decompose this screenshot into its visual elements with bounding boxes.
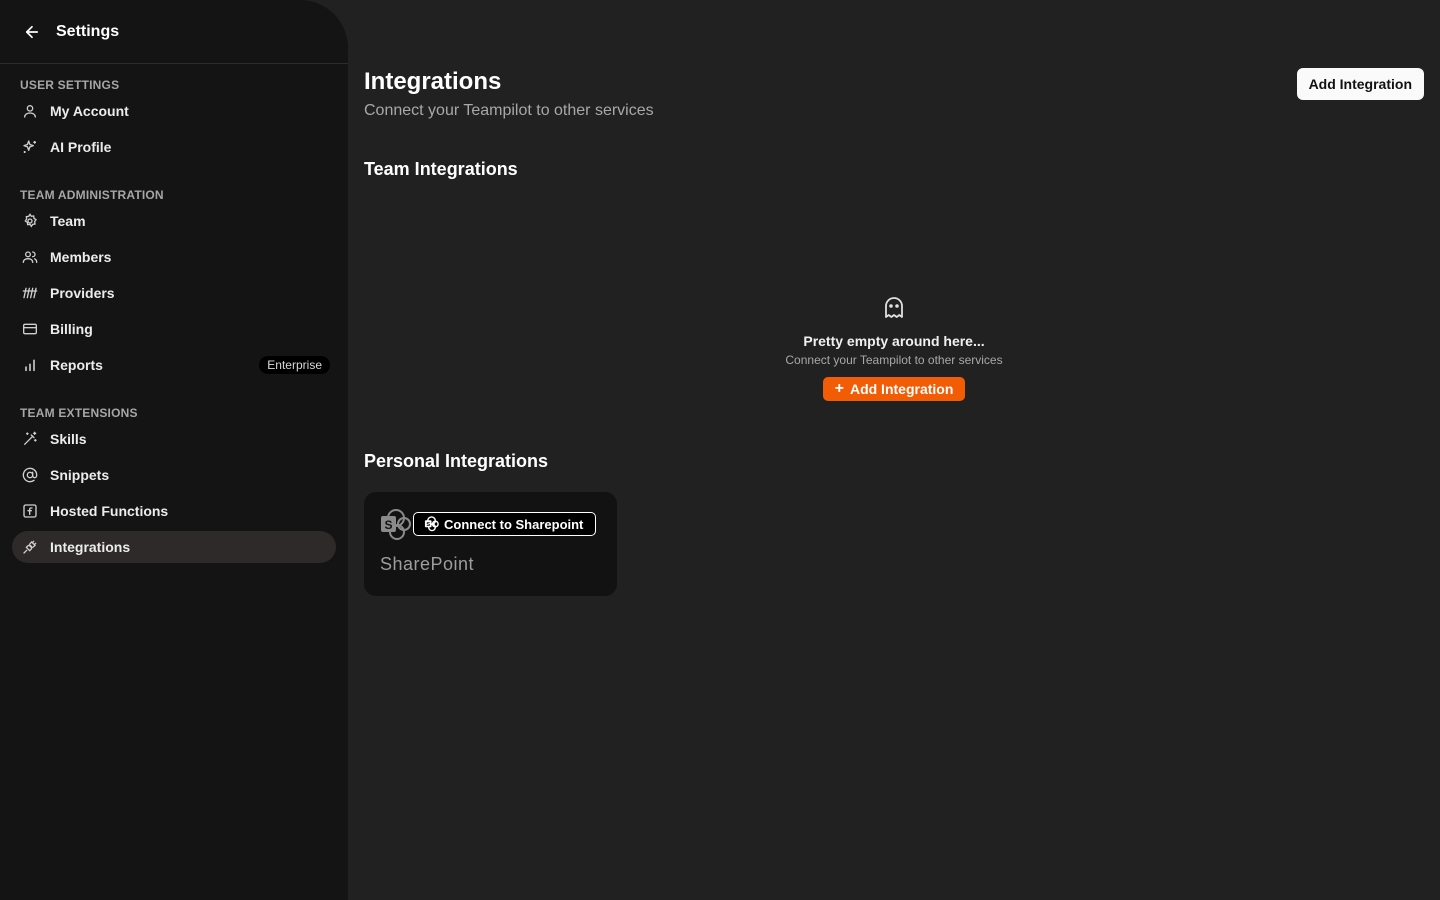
personal-integrations-heading: Personal Integrations xyxy=(364,451,549,471)
users-icon xyxy=(20,247,40,267)
sidebar-item-label: Skills xyxy=(50,431,87,447)
function-icon xyxy=(20,501,40,521)
section-label: Team Extensions xyxy=(20,406,138,420)
page-subtitle: Connect your Teampilot to other services xyxy=(364,102,654,119)
sidebar-item-label: AI Profile xyxy=(50,139,112,155)
empty-title: Pretty empty around here... xyxy=(803,333,985,349)
providers-icon xyxy=(20,283,40,303)
sidebar-item-providers[interactable]: Providers xyxy=(12,277,336,309)
sidebar-item-label: Team xyxy=(50,213,86,229)
sharepoint-integration-card: S S Connect to Sharepoint SharePoint xyxy=(364,492,617,596)
magic-wand-icon xyxy=(20,429,40,449)
sharepoint-icon: S xyxy=(424,516,440,532)
section-label: User Settings xyxy=(20,78,120,92)
credit-card-icon xyxy=(20,319,40,339)
sidebar-item-billing[interactable]: Billing xyxy=(12,313,336,345)
sidebar-item-team[interactable]: Team xyxy=(12,205,336,237)
sidebar-item-label: Providers xyxy=(50,285,115,301)
main-content: Integrations Connect your Teampilot to o… xyxy=(364,0,1440,900)
team-integrations-heading: Team Integrations xyxy=(364,159,518,179)
sidebar-item-label: My Account xyxy=(50,103,129,119)
empty-subtitle: Connect your Teampilot to other services xyxy=(785,353,1003,367)
gear-icon xyxy=(20,211,40,231)
sidebar-item-reports[interactable]: Reports Enterprise xyxy=(12,349,336,381)
plus-icon: + xyxy=(834,380,844,397)
enterprise-badge: Enterprise xyxy=(259,356,330,374)
sidebar-item-label: Members xyxy=(50,249,112,265)
button-label: Connect to Sharepoint xyxy=(444,516,584,532)
integration-name: SharePoint xyxy=(380,554,475,574)
empty-add-integration-button[interactable]: + Add Integration xyxy=(822,377,966,401)
page-title: Integrations xyxy=(364,68,502,95)
sidebar-item-hosted-functions[interactable]: Hosted Functions xyxy=(12,495,336,527)
settings-sidebar: Settings User Settings My Account AI Pro… xyxy=(0,0,348,900)
sidebar-nav: User Settings My Account AI Profile Team… xyxy=(0,64,348,567)
sparkles-icon xyxy=(20,137,40,157)
empty-state: Pretty empty around here... Connect your… xyxy=(364,296,1424,401)
at-sign-icon xyxy=(20,465,40,485)
sidebar-item-skills[interactable]: Skills xyxy=(12,423,336,455)
sidebar-item-ai-profile[interactable]: AI Profile xyxy=(12,131,336,163)
sidebar-header: Settings xyxy=(0,0,348,64)
plug-icon xyxy=(20,537,40,557)
section-label: Team Administration xyxy=(20,188,164,202)
button-label: Add Integration xyxy=(849,381,954,397)
sidebar-item-label: Reports xyxy=(50,357,103,373)
sidebar-item-label: Billing xyxy=(50,321,93,337)
sidebar-item-members[interactable]: Members xyxy=(12,241,336,273)
sidebar-item-my-account[interactable]: My Account xyxy=(12,95,336,127)
sidebar-item-label: Hosted Functions xyxy=(50,503,169,519)
sidebar-item-label: Integrations xyxy=(50,539,131,555)
connect-sharepoint-button[interactable]: S Connect to Sharepoint xyxy=(413,512,597,536)
add-integration-button[interactable]: Add Integration xyxy=(1296,68,1424,100)
back-button[interactable] xyxy=(20,20,44,44)
sharepoint-icon: S xyxy=(380,508,414,542)
ghost-icon xyxy=(882,296,906,325)
nav-group-team-extensions: Team Extensions Skills Snippets Hosted F… xyxy=(0,385,348,563)
sidebar-title: Settings xyxy=(56,22,120,40)
sidebar-item-snippets[interactable]: Snippets xyxy=(12,459,336,491)
svg-text:S: S xyxy=(384,518,392,532)
nav-group-user-settings: User Settings My Account AI Profile xyxy=(0,64,348,163)
sidebar-item-label: Snippets xyxy=(50,467,110,483)
sidebar-item-integrations[interactable]: Integrations xyxy=(12,531,336,563)
svg-text:S: S xyxy=(426,522,430,528)
bar-chart-icon xyxy=(20,355,40,375)
arrow-left-icon xyxy=(25,25,39,38)
nav-group-team-administration: Team Administration Team Members Provide… xyxy=(0,167,348,381)
user-icon xyxy=(20,101,40,121)
